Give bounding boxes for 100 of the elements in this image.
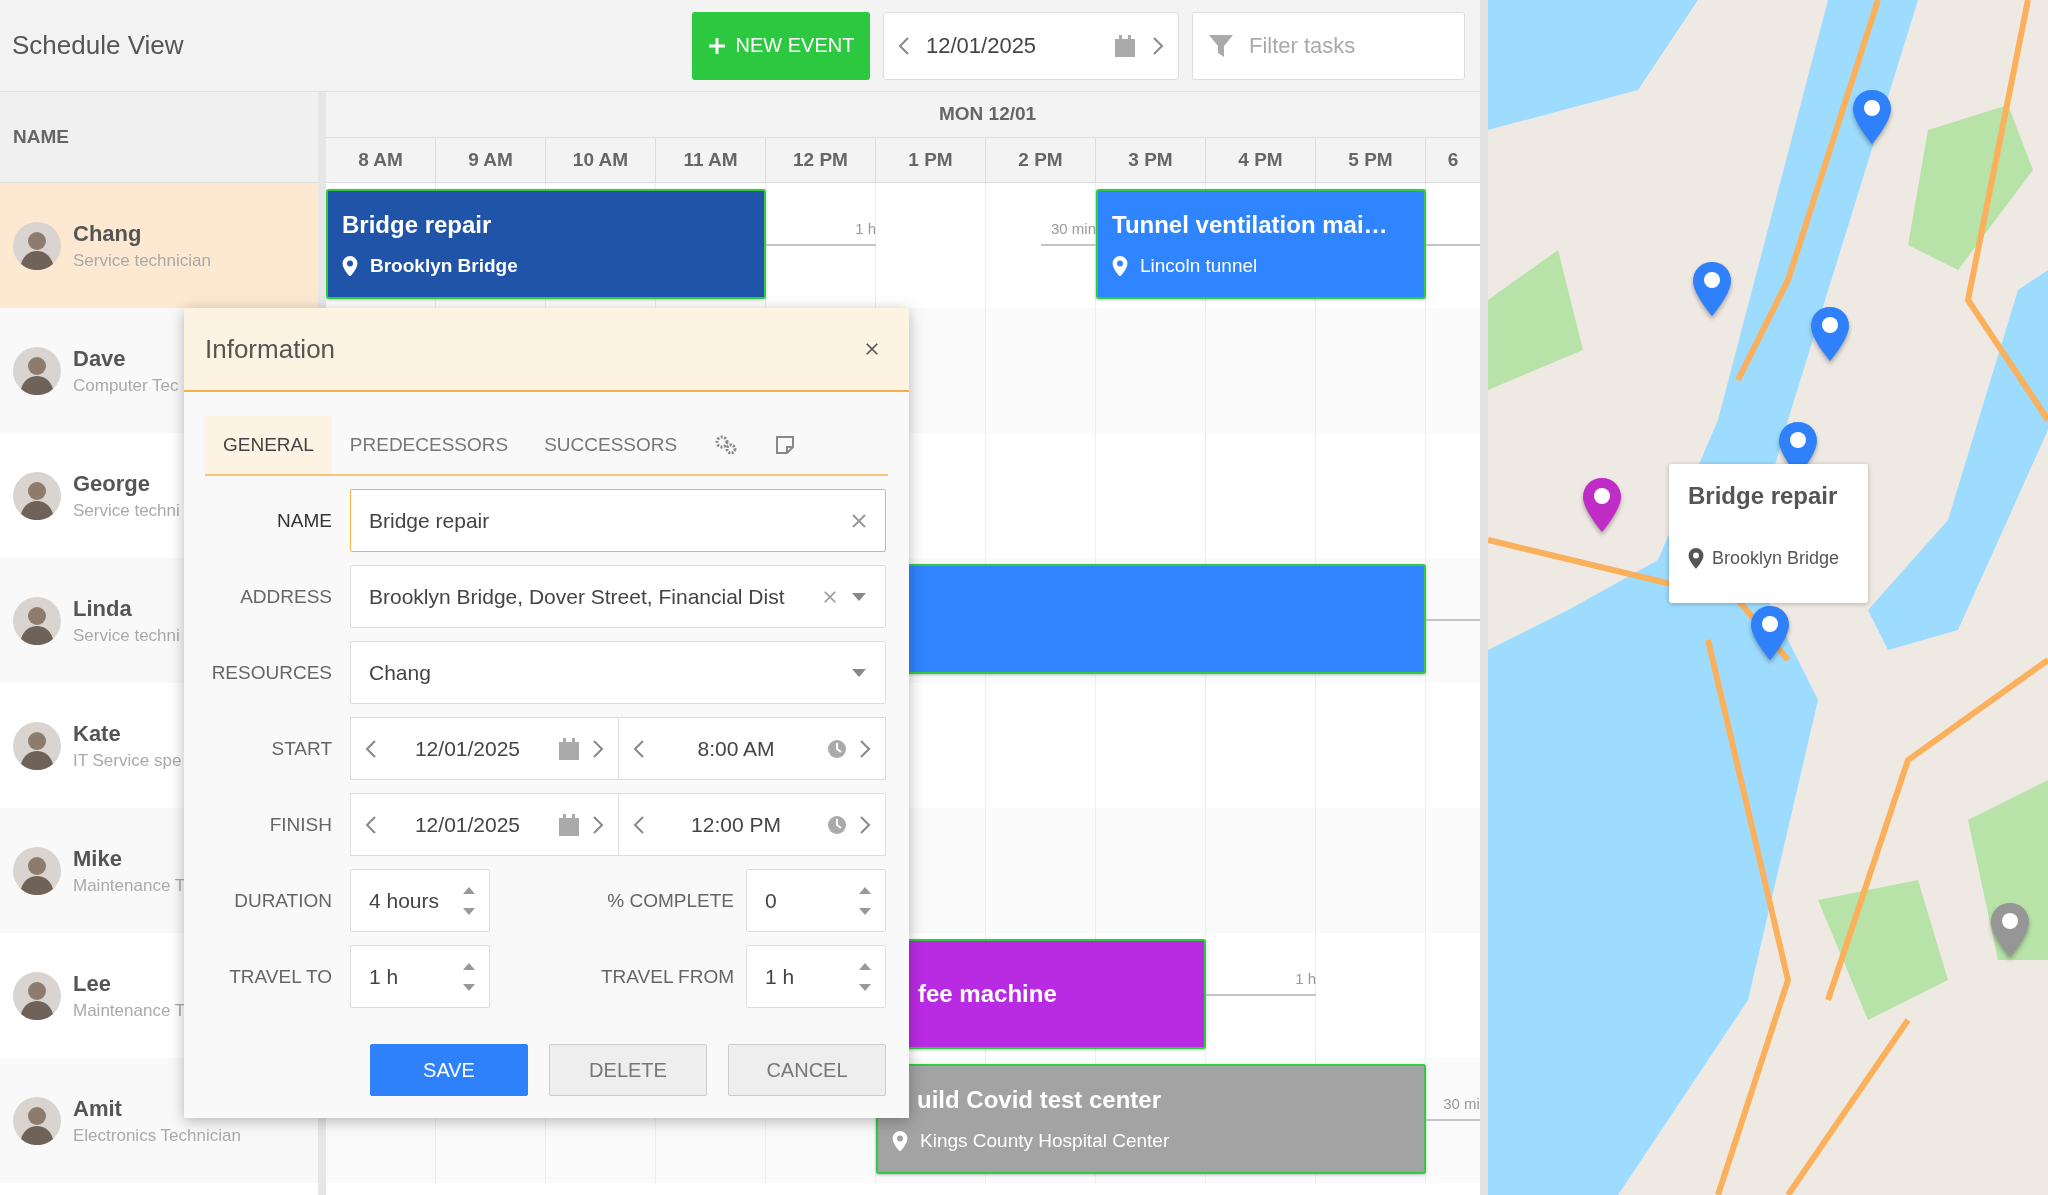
travel-line <box>1426 619 1480 621</box>
resource-name: Linda <box>73 595 133 622</box>
resource-role: Maintenance T <box>73 875 186 896</box>
calendar-icon[interactable] <box>1114 33 1136 58</box>
dialog-tab[interactable]: GENERAL <box>205 416 332 474</box>
resource-name: George <box>73 470 152 497</box>
caret-icon[interactable] <box>851 667 867 678</box>
column-header: NAME <box>13 126 69 148</box>
avatar-icon <box>13 971 61 1020</box>
close-icon[interactable] <box>865 342 879 356</box>
plus-icon[interactable] <box>707 36 726 55</box>
date-picker[interactable]: 12/01/2025 <box>883 11 1179 80</box>
save-button[interactable]: SAVE <box>370 1044 528 1096</box>
date-value: 12/01/2025 <box>926 32 1038 59</box>
resource-name: Mike <box>73 845 123 872</box>
event-bar[interactable]: Bridge repair Brooklyn Bridge <box>326 189 766 299</box>
datetime-field[interactable]: 12/01/2025 8:00 AM <box>350 717 886 780</box>
map-marker-icon[interactable] <box>1690 260 1734 318</box>
chevron-right-icon[interactable] <box>592 738 604 759</box>
dialog-tab[interactable]: PREDECESSORS <box>331 416 527 474</box>
dialog-button[interactable]: CANCEL <box>728 1044 886 1096</box>
chevron-right-icon[interactable] <box>592 814 604 835</box>
number-field[interactable]: 1 h <box>746 945 886 1008</box>
event-title: uild Covid test center <box>917 1086 1162 1114</box>
hour-label: 9 AM <box>468 148 513 171</box>
dialog-tab[interactable]: SUCCESSORS <box>526 416 696 474</box>
field-label: % COMPLETE <box>606 889 734 912</box>
avatar-icon <box>13 471 61 520</box>
note-icon[interactable] <box>775 435 796 455</box>
chevron-right-icon[interactable] <box>859 814 871 835</box>
text-field[interactable]: Bridge repair <box>350 489 886 552</box>
clock-icon[interactable] <box>827 738 847 759</box>
location-pin-icon <box>1112 255 1128 277</box>
location-pin-icon <box>892 1130 908 1152</box>
resource-role: Service technician <box>73 250 211 271</box>
clear-icon[interactable] <box>823 589 837 604</box>
number-field[interactable]: 4 hours <box>350 869 490 932</box>
popup-location: Brooklyn Bridge <box>1712 548 1840 569</box>
app-title: Schedule View <box>12 30 184 61</box>
caret-icon[interactable] <box>851 591 867 602</box>
resource-name: Lee <box>73 970 112 997</box>
avatar-icon <box>13 846 61 895</box>
day-header: MON 12/01 <box>939 103 1037 126</box>
event-bar[interactable]: Tunnel ventilation mai… Lincoln tunnel <box>1096 189 1426 299</box>
location-pin-icon <box>1688 548 1704 569</box>
event-location: Lincoln tunnel <box>1140 255 1258 277</box>
number-field[interactable]: 0 <box>746 869 886 932</box>
avatar-icon <box>13 596 61 645</box>
avatar-icon <box>13 346 61 395</box>
hour-label: 4 PM <box>1238 148 1283 171</box>
chevron-right-icon[interactable] <box>859 738 871 759</box>
hour-label: 2 PM <box>1018 148 1063 171</box>
chevron-left-icon[interactable] <box>633 738 645 759</box>
travel-line <box>1426 1119 1480 1121</box>
combo-field[interactable]: Brooklyn Bridge, Dover Street, Financial Dist <box>350 565 886 628</box>
map-marker-icon[interactable] <box>1580 476 1624 534</box>
resource-role: Electronics Technician <box>73 1125 241 1146</box>
resource-role: IT Service spe <box>73 750 182 771</box>
avatar-icon <box>13 1096 61 1145</box>
travel-time-label: 1 h <box>855 220 876 237</box>
avatar-icon <box>13 721 61 770</box>
chevron-left-icon[interactable] <box>365 738 377 759</box>
hour-label: 8 AM <box>358 148 403 171</box>
avatar-icon <box>13 221 61 270</box>
calendar-icon[interactable] <box>558 736 580 761</box>
hour-label: 6 <box>1447 148 1459 171</box>
resource-role: Maintenance T <box>73 1000 186 1021</box>
number-field[interactable]: 1 h <box>350 945 490 1008</box>
chevron-right-icon[interactable] <box>1152 35 1164 56</box>
resource-row[interactable]: Chang Service technician <box>0 183 318 308</box>
event-title: fee machine <box>918 980 1057 1008</box>
calendar-icon[interactable] <box>558 812 580 837</box>
datetime-field[interactable]: 12/01/2025 12:00 PM <box>350 793 886 856</box>
hour-label: 1 PM <box>908 148 953 171</box>
chevron-left-icon[interactable] <box>898 35 910 56</box>
travel-line <box>1041 244 1096 246</box>
dialog-button[interactable]: DELETE <box>549 1044 707 1096</box>
event-title: Tunnel ventilation mai… <box>1112 211 1388 239</box>
hour-label: 12 PM <box>793 148 848 171</box>
hour-label: 5 PM <box>1348 148 1393 171</box>
travel-time-label: 1 h <box>1295 970 1316 987</box>
map-marker-icon[interactable] <box>1808 305 1852 363</box>
map-marker-icon[interactable] <box>1850 88 1894 146</box>
combo-field[interactable]: Chang <box>350 641 886 704</box>
travel-time-label: 30 mi <box>1443 1095 1480 1112</box>
chevron-left-icon[interactable] <box>633 814 645 835</box>
map-marker-icon[interactable] <box>1988 901 2032 959</box>
resource-role: Computer Tec <box>73 375 179 396</box>
event-location: Brooklyn Bridge <box>370 255 518 277</box>
map-marker-icon[interactable] <box>1748 604 1792 662</box>
travel-time-label: 30 min <box>1050 220 1096 237</box>
filter-field[interactable]: Filter tasks <box>1192 11 1465 80</box>
chevron-left-icon[interactable] <box>365 814 377 835</box>
clock-icon[interactable] <box>827 814 847 835</box>
clear-icon[interactable] <box>851 512 867 529</box>
resource-role: Service techni <box>73 625 180 646</box>
resource-name: Kate <box>73 720 122 747</box>
resource-name: Dave <box>73 345 127 372</box>
resource-name: Chang <box>73 220 143 247</box>
hour-label: 11 AM <box>683 148 738 171</box>
